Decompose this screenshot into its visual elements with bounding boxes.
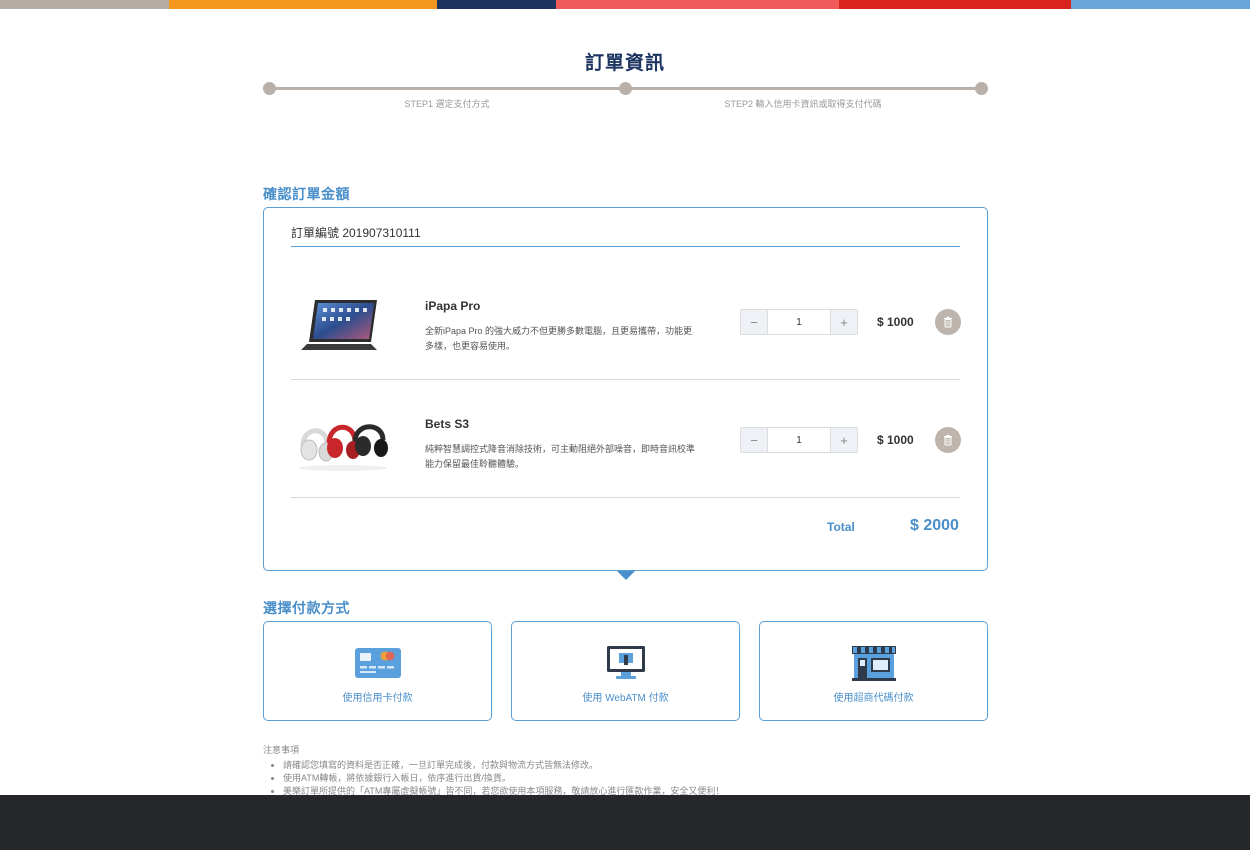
confirm-order-title: 確認訂單金額 [263, 186, 350, 202]
stripe-segment [556, 0, 839, 9]
item-divider [291, 497, 960, 498]
total-label: Total [827, 520, 855, 534]
step1-label: STEP1 選定支付方式 [404, 99, 490, 109]
item-name: iPapa Pro [425, 299, 481, 313]
step-dot-start [263, 82, 276, 95]
item-name: Bets S3 [425, 417, 470, 431]
order-number-divider [291, 246, 960, 247]
delete-item-button[interactable] [935, 427, 961, 453]
order-number: 訂單編號 201907310111 [291, 226, 421, 240]
item-description: 純粹智慧調控式降音消除技術，可主動阻絕外部噪音，即時音訊校準能力保留最佳聆聽體驗… [425, 444, 696, 469]
trash-icon [944, 316, 952, 328]
convenience-store-icon [850, 644, 898, 682]
decrease-button[interactable]: − [741, 428, 767, 452]
credit-card-icon [354, 644, 402, 682]
trash-icon [944, 434, 952, 446]
page-title: 訂單資訊 [584, 53, 665, 74]
stripe-segment [839, 0, 1071, 9]
decrease-button[interactable]: − [741, 310, 767, 334]
pay-webatm-label: 使用 WebATM 付款 [582, 693, 669, 704]
order-item: iPapa Pro 全新iPapa Pro 的強大威力不但更勝多數電腦，且更易攜… [291, 262, 961, 380]
item-description: 全新iPapa Pro 的強大威力不但更勝多數電腦，且更易攜帶，功能更多樣，也更… [425, 326, 693, 351]
pay-convenience-store-option[interactable]: 使用超商代碼付款 [759, 621, 988, 721]
notes-title: 注意事項 [263, 745, 300, 755]
order-summary-box: 訂單編號 201907310111 iPapa Pro 全新iPapa Pro … [263, 207, 988, 571]
item-price: $ 1000 [877, 433, 914, 447]
stripe-segment [169, 0, 437, 9]
pay-webatm-option[interactable]: 使用 WebATM 付款 [511, 621, 740, 721]
section-pointer [617, 571, 635, 580]
increase-button[interactable]: + [831, 310, 857, 334]
note-item: 使用ATM轉帳，將依據銀行入帳日，依序進行出貨/換貨。 [283, 772, 724, 785]
headphones-image [293, 404, 393, 474]
stripe-segment [437, 0, 556, 9]
pay-credit-card-option[interactable]: 使用信用卡付款 [263, 621, 492, 721]
pay-credit-card-label: 使用信用卡付款 [342, 693, 413, 704]
step-dot-middle [619, 82, 632, 95]
progress-steps: STEP1 選定支付方式 STEP2 輸入信用卡資訊或取得支付代碼 [263, 80, 988, 110]
delete-item-button[interactable] [935, 309, 961, 335]
stripe-segment [1071, 0, 1250, 9]
order-item: Bets S3 純粹智慧調控式降音消除技術，可主動阻絕外部噪音，即時音訊校準能力… [291, 380, 961, 498]
step-dot-end [975, 82, 988, 95]
stripe-segment [0, 0, 169, 9]
pay-convenience-store-label: 使用超商代碼付款 [833, 693, 914, 704]
page-footer [0, 795, 1250, 850]
quantity-stepper: − 1 + [740, 309, 858, 335]
top-color-stripe [0, 0, 1250, 9]
notes-list: 請確認您填寫的資料是否正確，一旦訂單完成後，付款與物流方式皆無法修改。 使用AT… [283, 759, 724, 798]
total-value: $ 2000 [910, 517, 959, 534]
quantity-stepper: − 1 + [740, 427, 858, 453]
quantity-value[interactable]: 1 [767, 310, 831, 334]
increase-button[interactable]: + [831, 428, 857, 452]
monitor-icon [602, 644, 650, 682]
tablet-keyboard-image [293, 286, 393, 356]
step2-label: STEP2 輸入信用卡資訊或取得支付代碼 [724, 99, 882, 109]
item-price: $ 1000 [877, 315, 914, 329]
payment-method-title: 選擇付款方式 [263, 600, 350, 616]
note-item: 請確認您填寫的資料是否正確，一旦訂單完成後，付款與物流方式皆無法修改。 [283, 759, 724, 772]
quantity-value[interactable]: 1 [767, 428, 831, 452]
